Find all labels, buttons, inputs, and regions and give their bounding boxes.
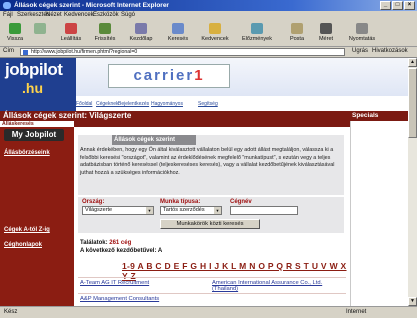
vertical-scrollbar[interactable]: ▲ ▼ [408, 58, 417, 306]
print-icon [356, 23, 368, 34]
nav-home[interactable]: Főoldal [76, 101, 92, 107]
forward-button[interactable] [32, 23, 48, 36]
jobtype-select[interactable]: Tartós szerződés ▼ [160, 206, 222, 215]
back-arrow-icon [9, 23, 21, 34]
maximize-icon[interactable]: □ [392, 1, 403, 10]
left-sidebar: My Jobpilot Állásbörzéseink Cégek A-tól … [0, 127, 74, 306]
back-button[interactable]: Vissza [4, 23, 26, 42]
next-letter: A következő kezdőbetűvel: A [80, 248, 163, 254]
minimize-icon[interactable]: _ [380, 1, 391, 10]
divider [78, 277, 346, 278]
favorites-icon [209, 23, 221, 34]
page-icon [23, 50, 28, 55]
company-label: Cégnév [230, 199, 252, 205]
country-label: Ország: [82, 199, 105, 205]
company-link[interactable]: A&P Management Consultants [80, 296, 159, 302]
menu-edit[interactable]: Szerkesztés [17, 12, 50, 18]
refresh-button[interactable]: Frissítés [90, 23, 120, 42]
nav-login[interactable]: Bejelentkezés [118, 101, 149, 107]
main-column: Állások cégek szerint Annak érdekében, h… [74, 121, 350, 306]
close-icon[interactable]: × [404, 1, 415, 10]
links-button[interactable]: Hivatkozások [372, 48, 408, 54]
specials-heading: Specials [352, 112, 379, 119]
jobtype-label: Munka típusa: [160, 199, 201, 205]
top-nav: Főoldal Cégeknek Bejelentkezés Hagyomány… [76, 101, 408, 110]
window-controls: _ □ × [380, 1, 415, 10]
history-button[interactable]: Előzmények [237, 23, 277, 42]
search-icon [172, 23, 184, 34]
scroll-thumb[interactable] [408, 68, 417, 138]
menu-help[interactable]: Súgó [121, 12, 135, 18]
ie-icon [3, 2, 11, 9]
go-button[interactable]: Ugrás [352, 48, 368, 54]
my-jobpilot-button[interactable]: My Jobpilot [4, 129, 64, 141]
font-size-icon [320, 23, 332, 34]
divider-bar [74, 121, 350, 127]
jobpilot-logo[interactable]: jobpilot .hu [0, 58, 76, 111]
page-title: Állások cégek szerint: Világszerte [3, 111, 132, 120]
zone-indicator: Internet [346, 309, 367, 315]
nav-companies[interactable]: Cégeknek [96, 101, 119, 107]
favorites-button[interactable]: Kedvencek [197, 23, 233, 42]
company-link[interactable]: A-Team AG IT Recruitment [80, 280, 149, 286]
sidebar-item-company-sites[interactable]: Céghonlapok [4, 242, 42, 248]
nav-classic[interactable]: Hagyományos [151, 101, 183, 107]
header-bar: Állások cégek szerint: Világszerte Speci… [0, 111, 408, 121]
forward-arrow-icon [34, 23, 46, 34]
alphabet-index[interactable]: 1-9 A B C D E F G H I J K L M N O P Q R … [122, 261, 350, 281]
stop-icon [65, 23, 77, 34]
menu-view[interactable]: Nézet [46, 12, 62, 18]
sidebar-item-companies-az[interactable]: Cégek A-tól Z-ig [4, 227, 50, 233]
sidebar-item-job-fairs[interactable]: Állásbörzéseink [4, 150, 50, 156]
mail-icon [291, 23, 303, 34]
next-letter-value: A [157, 248, 163, 254]
menu-tools[interactable]: Eszközök [93, 12, 119, 18]
country-select[interactable]: Világszerte ▼ [82, 206, 154, 215]
address-input[interactable]: http://www.jobpilot.hu/firmen.phtml?regi… [20, 48, 345, 56]
scroll-down-icon[interactable]: ▼ [408, 297, 417, 306]
menu-favorites[interactable]: Kedvencek [64, 12, 94, 18]
panel-heading: Állások cégek szerint [112, 135, 196, 145]
home-button[interactable]: Kezdőlap [126, 23, 156, 42]
stop-button[interactable]: Leállítás [56, 23, 86, 42]
title-bar: Állások cégek szerint - Microsoft Intern… [0, 0, 417, 11]
results-count: Találatok: 261 cég [80, 240, 132, 246]
home-icon [135, 23, 147, 34]
page-content: jobpilot .hu carrier1 Főoldal Cégeknek B… [0, 58, 408, 306]
address-label: Cím [3, 48, 14, 54]
print-button[interactable]: Nyomtatás [342, 23, 382, 42]
nav-help[interactable]: Segítség [198, 101, 218, 107]
scroll-up-icon[interactable]: ▲ [408, 58, 417, 67]
mail-button[interactable]: Posta [284, 23, 310, 42]
chevron-down-icon: ▼ [146, 207, 153, 214]
address-bar: Cím http://www.jobpilot.hu/firmen.phtml?… [0, 47, 417, 58]
search-form: Ország: Világszerte ▼ Munka típusa: Tart… [78, 197, 344, 233]
window-title: Állások cégek szerint - Microsoft Intern… [14, 2, 169, 9]
history-icon [251, 23, 263, 34]
status-text: Kész [4, 309, 18, 315]
refresh-icon [99, 23, 111, 34]
carrier-banner[interactable]: carrier1 [76, 58, 408, 96]
company-link[interactable]: American International Assurance Co., Lt… [212, 280, 342, 292]
status-bar: Kész Internet [0, 306, 417, 318]
toolbar: Vissza Leállítás Frissítés Kezdőlap Kere… [0, 21, 417, 47]
carrier-ad[interactable]: carrier1 [108, 64, 230, 88]
menu-file[interactable]: Fájl [3, 12, 13, 18]
divider [78, 293, 346, 294]
search-button[interactable]: Keresés [164, 23, 192, 42]
results-count-value: 261 cég [109, 240, 132, 246]
specials-column [350, 121, 408, 306]
company-input[interactable] [230, 206, 298, 215]
size-button[interactable]: Méret [314, 23, 338, 42]
search-button[interactable]: Munkakörök közti keresés [160, 219, 260, 229]
chevron-down-icon: ▼ [214, 207, 221, 214]
intro-text: Annak érdekében, hogy egy Ön által kivál… [80, 147, 335, 176]
